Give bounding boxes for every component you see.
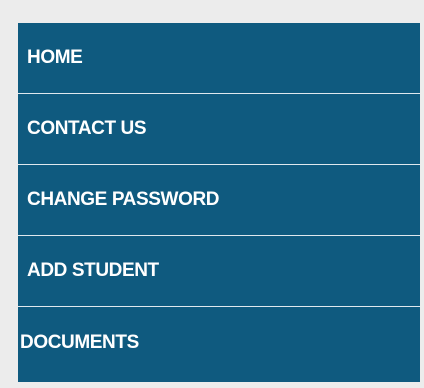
menu-item-documents[interactable]: DOCUMENTS [18, 307, 420, 378]
menu-item-label: ADD STUDENT [27, 260, 159, 281]
menu-list: HOME CONTACT US CHANGE PASSWORD ADD STUD… [18, 23, 420, 378]
menu-item-change-password[interactable]: CHANGE PASSWORD [18, 165, 420, 236]
menu-item-label: CONTACT US [27, 118, 147, 139]
menu-item-label: HOME [27, 47, 83, 68]
menu-item-contact-us[interactable]: CONTACT US [18, 94, 420, 165]
menu-item-label: CHANGE PASSWORD [27, 189, 220, 210]
menu-item-add-student[interactable]: ADD STUDENT [18, 236, 420, 307]
menu-item-home[interactable]: HOME [18, 23, 420, 94]
menu-item-label: DOCUMENTS [20, 331, 139, 353]
navigation-menu: HOME CONTACT US CHANGE PASSWORD ADD STUD… [18, 23, 420, 382]
